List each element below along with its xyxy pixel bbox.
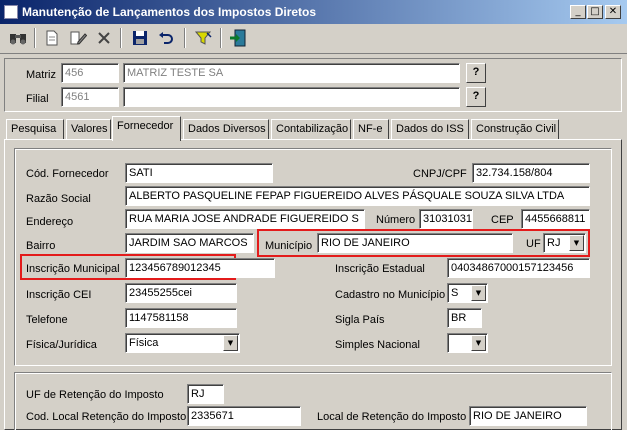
uf-retencao-field[interactable]: RJ bbox=[187, 384, 224, 404]
tab-valores[interactable]: Valores bbox=[66, 119, 111, 139]
tab-dados-iss[interactable]: Dados do ISS bbox=[391, 119, 469, 139]
matriz-code-field[interactable]: 456 bbox=[61, 63, 119, 83]
chevron-down-icon[interactable]: ▼ bbox=[569, 235, 584, 251]
delete-icon[interactable] bbox=[92, 26, 116, 50]
toolbar-separator bbox=[120, 28, 122, 48]
endereco-label: Endereço bbox=[26, 216, 74, 228]
numero-field[interactable]: 31031031 bbox=[419, 209, 473, 229]
fisica-juridica-value: Física bbox=[129, 337, 159, 349]
close-button[interactable]: ✕ bbox=[605, 5, 621, 19]
fisica-juridica-label: Física/Jurídica bbox=[26, 339, 97, 351]
exit-icon[interactable] bbox=[226, 26, 250, 50]
uf-label: UF bbox=[526, 238, 541, 250]
cadastro-municipio-label: Cadastro no Município bbox=[335, 289, 446, 301]
filial-label: Filial bbox=[26, 93, 49, 105]
cod-fornecedor-field[interactable]: SATI bbox=[125, 163, 273, 183]
filter-icon[interactable] bbox=[192, 26, 216, 50]
inscricao-municipal-field[interactable]: 123456789012345 bbox=[125, 258, 275, 278]
search-binoculars-icon[interactable] bbox=[6, 26, 30, 50]
toolbar-separator bbox=[34, 28, 36, 48]
matriz-label: Matriz bbox=[26, 69, 56, 81]
cod-local-retencao-field[interactable]: 2335671 bbox=[187, 406, 301, 426]
filial-code-field[interactable]: 4561 bbox=[61, 87, 119, 107]
inscricao-cei-label: Inscrição CEI bbox=[26, 289, 92, 301]
maximize-button[interactable]: □ bbox=[587, 5, 603, 19]
tab-construcao-civil[interactable]: Construção Civil bbox=[471, 119, 559, 139]
tab-pesquisa[interactable]: Pesquisa bbox=[6, 119, 64, 139]
uf-select-value: RJ bbox=[547, 237, 561, 249]
sigla-pais-label: Sigla País bbox=[335, 314, 385, 326]
bairro-label: Bairro bbox=[26, 240, 56, 252]
filial-lookup-button[interactable]: ? bbox=[466, 87, 486, 107]
municipio-field[interactable]: RIO DE JANEIRO bbox=[317, 233, 513, 253]
undo-icon[interactable] bbox=[154, 26, 178, 50]
razao-social-field[interactable]: ALBERTO PASQUELINE FEPAP FIGUEREIDO ALVE… bbox=[125, 186, 590, 206]
window-title: Manutenção de Lançamentos dos Impostos D… bbox=[22, 5, 317, 19]
cadastro-municipio-select[interactable]: S ▼ bbox=[447, 283, 488, 303]
cep-field[interactable]: 4455668811 bbox=[521, 209, 590, 229]
inscricao-cei-field[interactable]: 23455255cei bbox=[125, 283, 237, 303]
inscricao-estadual-field[interactable]: 04034867000157123456 bbox=[447, 258, 590, 278]
cnpj-field[interactable]: 32.734.158/804 bbox=[472, 163, 590, 183]
local-retencao-label: Local de Retenção do Imposto bbox=[317, 411, 467, 423]
chevron-down-icon[interactable]: ▼ bbox=[471, 335, 486, 351]
endereco-field[interactable]: RUA MARIA JOSE ANDRADE FIGUEREIDO S bbox=[125, 209, 365, 229]
bairro-field[interactable]: JARDIM SAO MARCOS bbox=[125, 233, 254, 253]
uf-select[interactable]: RJ ▼ bbox=[543, 233, 586, 253]
inscricao-estadual-label: Inscrição Estadual bbox=[335, 263, 425, 275]
edit-icon[interactable] bbox=[66, 26, 90, 50]
minimize-button[interactable]: _ bbox=[570, 5, 586, 19]
tab-dados-diversos[interactable]: Dados Diversos bbox=[183, 119, 269, 139]
local-retencao-field[interactable]: RIO DE JANEIRO bbox=[469, 406, 587, 426]
cod-local-retencao-label: Cod. Local Retenção do Imposto bbox=[26, 411, 187, 423]
cnpj-label: CNPJ/CPF bbox=[413, 168, 467, 180]
inscricao-municipal-label: Inscrição Municipal bbox=[26, 263, 120, 275]
save-icon[interactable] bbox=[128, 26, 152, 50]
razao-social-label: Razão Social bbox=[26, 193, 91, 205]
uf-retencao-label: UF de Retenção do Imposto bbox=[26, 389, 164, 401]
toolbar bbox=[0, 24, 627, 54]
cep-label: CEP bbox=[491, 214, 514, 226]
simples-nacional-label: Simples Nacional bbox=[335, 339, 420, 351]
matriz-lookup-button[interactable]: ? bbox=[466, 63, 486, 83]
toolbar-separator bbox=[220, 28, 222, 48]
numero-label: Número bbox=[376, 214, 416, 226]
sigla-pais-field[interactable]: BR bbox=[447, 308, 482, 328]
telefone-label: Telefone bbox=[26, 314, 68, 326]
municipio-label: Município bbox=[265, 240, 313, 252]
chevron-down-icon[interactable]: ▼ bbox=[223, 335, 238, 351]
tab-contabilizacao[interactable]: Contabilização bbox=[271, 119, 351, 139]
toolbar-separator bbox=[184, 28, 186, 48]
simples-nacional-select[interactable]: ▼ bbox=[447, 333, 488, 353]
tab-nfe[interactable]: NF-e bbox=[353, 119, 389, 139]
title-bar[interactable]: Manutenção de Lançamentos dos Impostos D… bbox=[0, 0, 627, 24]
tab-fornecedor[interactable]: Fornecedor bbox=[112, 116, 181, 141]
fisica-juridica-select[interactable]: Física ▼ bbox=[125, 333, 240, 353]
new-document-icon[interactable] bbox=[40, 26, 64, 50]
cadastro-municipio-value: S bbox=[451, 287, 459, 299]
filial-name-field[interactable] bbox=[123, 87, 460, 107]
cod-fornecedor-label: Cód. Fornecedor bbox=[26, 168, 109, 180]
chevron-down-icon[interactable]: ▼ bbox=[471, 285, 486, 301]
telefone-field[interactable]: 1147581158 bbox=[125, 308, 237, 328]
app-icon bbox=[4, 5, 18, 19]
matriz-name-field[interactable]: MATRIZ TESTE SA bbox=[123, 63, 460, 83]
